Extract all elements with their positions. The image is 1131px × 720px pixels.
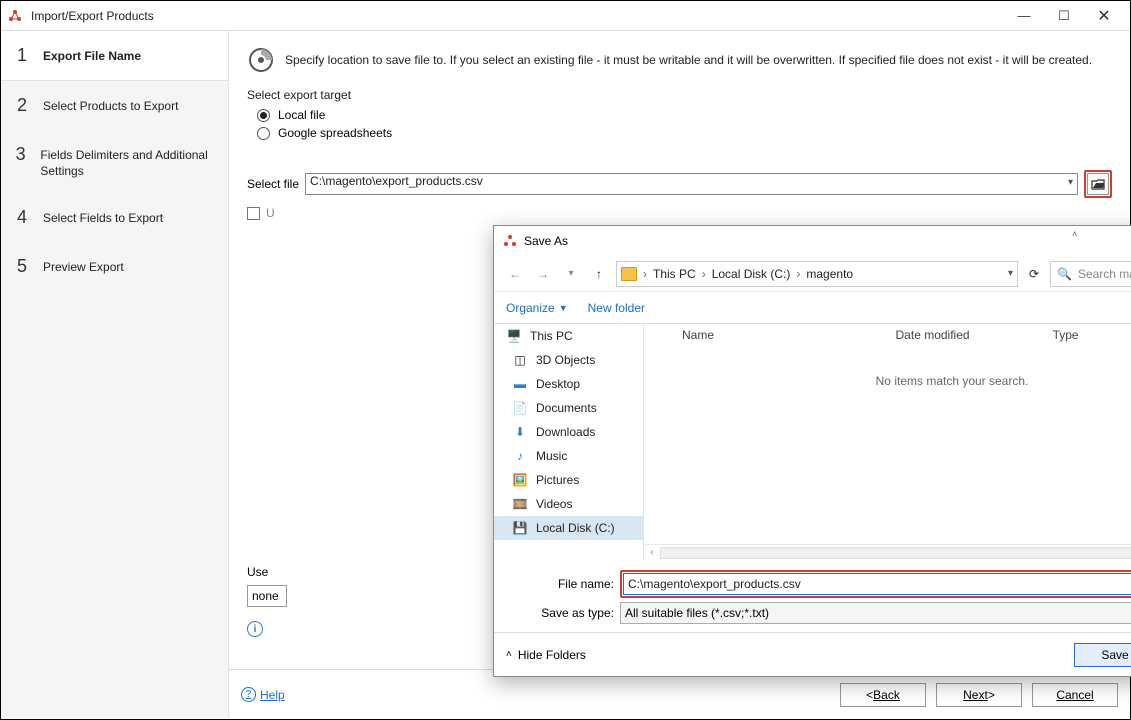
main-titlebar: Import/Export Products — ☐ ✕ xyxy=(1,1,1130,31)
download-icon: ⬇ xyxy=(512,425,528,439)
file-name-highlight: C:\magento\export_products.csv ▾ xyxy=(620,570,1131,598)
step-select-products[interactable]: 2 Select Products to Export xyxy=(1,81,228,130)
radio-google-spreadsheets[interactable]: Google spreadsheets xyxy=(257,126,1112,140)
picture-icon: 🖼️ xyxy=(512,473,528,487)
save-button[interactable]: Save xyxy=(1074,643,1131,667)
video-icon: 🎞️ xyxy=(512,497,528,511)
refresh-button[interactable]: ⟳ xyxy=(1024,263,1044,285)
col-name[interactable]: Name xyxy=(674,328,888,342)
chevron-up-icon: ˄ xyxy=(506,649,512,660)
select-file-input[interactable]: C:\magento\export_products.csv ▾ xyxy=(305,173,1078,195)
hide-folders-button[interactable]: ˄ Hide Folders xyxy=(506,648,586,662)
tree-pictures[interactable]: 🖼️Pictures xyxy=(494,468,643,492)
use-settings-select[interactable]: none xyxy=(247,585,287,607)
col-type[interactable]: Type xyxy=(1045,328,1131,342)
tree-desktop[interactable]: ▬Desktop xyxy=(494,372,643,396)
scroll-left-icon[interactable]: ‹ xyxy=(644,547,660,558)
nav-back-button[interactable]: ← xyxy=(504,263,526,285)
window-title: Import/Export Products xyxy=(31,9,154,23)
address-bar[interactable]: › This PC › Local Disk (C:) › magento ▾ xyxy=(616,261,1018,287)
dialog-titlebar: Save As ✕ xyxy=(494,226,1131,256)
col-date-modified[interactable]: Date modified xyxy=(888,328,1045,342)
save-as-type-select[interactable]: All suitable files (*.csv;*.txt) ▾ xyxy=(620,602,1131,624)
empty-message: No items match your search. xyxy=(876,374,1029,388)
cube-icon: ◫ xyxy=(512,353,528,367)
file-name-input[interactable]: C:\magento\export_products.csv ▾ xyxy=(623,573,1131,595)
info-icon: i xyxy=(247,621,263,637)
disk-icon xyxy=(247,46,275,74)
tree-downloads[interactable]: ⬇Downloads xyxy=(494,420,643,444)
app-icon xyxy=(7,8,23,24)
save-as-type-label: Save as type: xyxy=(504,606,620,620)
chevron-down-icon[interactable]: ▾ xyxy=(1008,268,1013,279)
wizard-content: Specify location to save file to. If you… xyxy=(229,31,1130,719)
export-target-label: Select export target xyxy=(247,88,1112,102)
wizard-cancel-button[interactable]: Cancel xyxy=(1032,683,1118,707)
tree-documents[interactable]: 📄Documents xyxy=(494,396,643,420)
help-link[interactable]: ? Help xyxy=(241,687,285,702)
search-input[interactable]: 🔍 Search magento xyxy=(1050,261,1131,287)
select-file-label: Select file xyxy=(247,177,299,191)
file-list: No items match your search. xyxy=(644,346,1131,544)
tree-videos[interactable]: 🎞️Videos xyxy=(494,492,643,516)
instruction-text: Specify location to save file to. If you… xyxy=(285,53,1092,67)
checkbox[interactable] xyxy=(247,207,260,220)
nav-tree: 🖥️ This PC ◫3D Objects ▬Desktop 📄Documen… xyxy=(494,324,644,560)
folder-icon xyxy=(621,267,637,281)
music-icon: ♪ xyxy=(512,449,528,463)
step-export-file-name[interactable]: 1 Export File Name xyxy=(1,31,228,81)
organize-menu[interactable]: Organize ▼ xyxy=(506,301,568,315)
close-button[interactable]: ✕ xyxy=(1084,1,1124,31)
step-preview-export[interactable]: 5 Preview Export xyxy=(1,242,228,291)
step-fields-delimiters[interactable]: 3 Fields Delimiters and Additional Setti… xyxy=(1,130,228,193)
tree-local-disk[interactable]: 💾Local Disk (C:) xyxy=(494,516,643,540)
tree-this-pc[interactable]: 🖥️ This PC xyxy=(494,324,643,348)
wizard-sidebar: 1 Export File Name 2 Select Products to … xyxy=(1,31,229,719)
nav-forward-button[interactable]: → xyxy=(532,263,554,285)
help-icon: ? xyxy=(241,687,256,702)
chevron-down-icon[interactable]: ▾ xyxy=(1068,177,1073,188)
back-button[interactable]: < Back xyxy=(840,683,926,707)
desktop-icon: ▬ xyxy=(512,377,528,391)
chevron-down-icon[interactable]: ▾ xyxy=(560,263,582,285)
minimize-button[interactable]: — xyxy=(1004,1,1044,31)
app-icon xyxy=(502,233,518,249)
radio-icon xyxy=(257,109,270,122)
monitor-icon: 🖥️ xyxy=(506,329,522,343)
radio-local-file[interactable]: Local file xyxy=(257,108,1112,122)
document-icon: 📄 xyxy=(512,401,528,415)
use-settings-label: Use xyxy=(247,565,268,579)
browse-button-highlight xyxy=(1084,170,1112,198)
nav-up-button[interactable]: ↑ xyxy=(588,263,610,285)
dialog-title: Save As xyxy=(524,234,568,248)
sort-caret-icon[interactable]: ˄ xyxy=(1064,229,1085,239)
next-button[interactable]: Next > xyxy=(936,683,1022,707)
radio-icon xyxy=(257,127,270,140)
checkbox-label-truncated: U xyxy=(266,206,275,220)
horizontal-scrollbar[interactable]: ‹ › xyxy=(644,544,1131,560)
save-as-dialog: Save As ✕ ← → ▾ ↑ › This PC › Local Disk… xyxy=(493,225,1131,677)
disk-icon: 💾 xyxy=(512,521,528,535)
step-select-fields[interactable]: 4 Select Fields to Export xyxy=(1,193,228,242)
new-folder-button[interactable]: New folder xyxy=(588,301,645,315)
maximize-button[interactable]: ☐ xyxy=(1044,1,1084,31)
column-headers: ˄ Name Date modified Type Size xyxy=(644,324,1131,346)
browse-button[interactable] xyxy=(1087,173,1109,195)
search-icon: 🔍 xyxy=(1057,267,1072,281)
file-name-label: File name: xyxy=(504,577,620,591)
tree-3d-objects[interactable]: ◫3D Objects xyxy=(494,348,643,372)
tree-music[interactable]: ♪Music xyxy=(494,444,643,468)
